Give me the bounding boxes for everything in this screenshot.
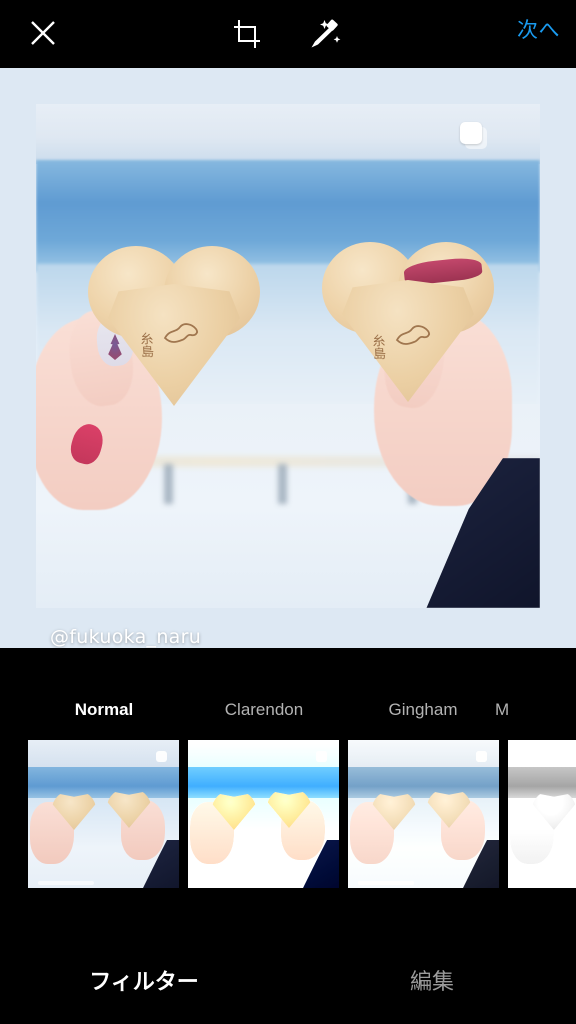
filter-label-gingham[interactable]: Gingham: [343, 700, 503, 720]
filter-label-moon[interactable]: M: [495, 700, 575, 720]
thumb-watermark: [198, 881, 254, 885]
thumb-sky: [508, 740, 576, 770]
thumb-stacked-squares-icon: [156, 751, 167, 762]
heart-brand-text-left: 糸島: [136, 331, 154, 359]
stacked-squares-icon[interactable]: [460, 122, 488, 150]
stacked-square-front: [460, 122, 482, 144]
photo-heart-pastry-right: 糸島: [322, 242, 494, 402]
tab-edit[interactable]: 編集: [312, 964, 552, 996]
thumb-ocean: [348, 766, 499, 800]
thumb-ocean: [508, 766, 576, 800]
heart-brand-map-right: [395, 325, 430, 345]
thumb-watermark: [38, 881, 94, 885]
bottom-tab-bar: フィルター 編集: [0, 948, 576, 1024]
filter-carousel[interactable]: Normal Clarendon Gingham M: [0, 648, 576, 948]
photo-preview-image[interactable]: 糸島 糸島: [36, 104, 540, 608]
magic-wand-icon[interactable]: [302, 12, 350, 56]
thumb-ocean: [188, 766, 339, 800]
next-button-label: 次へ: [517, 19, 560, 42]
photo-railing-post: [164, 464, 173, 504]
thumbnail-image: [188, 740, 339, 888]
next-button[interactable]: 次へ: [517, 14, 560, 44]
heart-brand-text-right: 糸島: [368, 333, 386, 361]
filter-thumbnail-clarendon[interactable]: [188, 740, 339, 888]
filter-name-row: Normal Clarendon Gingham M: [0, 700, 576, 734]
thumbnail-image: [28, 740, 179, 888]
photo-preview-stage[interactable]: 糸島 糸島 @fukuoka_naru: [0, 68, 576, 648]
crop-icon[interactable]: [224, 12, 270, 56]
photo-watermark: @fukuoka_naru: [50, 626, 202, 648]
photo-railing-post: [278, 464, 287, 504]
filter-thumbnail-gingham[interactable]: [348, 740, 499, 888]
filter-label-normal[interactable]: Normal: [24, 700, 184, 720]
heart-brand-map-left: [163, 323, 198, 343]
close-x-icon[interactable]: [22, 12, 64, 54]
thumb-watermark: [358, 881, 414, 885]
photo-editor-screen: 次へ 糸島 糸島 @fukuoka_naru Normal Clarendon …: [0, 0, 576, 1024]
thumbnail-image: [508, 740, 576, 888]
thumbnail-image: [348, 740, 499, 888]
photo-heart-pastry-left: 糸島: [88, 246, 260, 406]
thumb-watermark: [518, 881, 574, 885]
top-toolbar: 次へ: [0, 0, 576, 68]
filter-label-clarendon[interactable]: Clarendon: [184, 700, 344, 720]
thumb-ocean: [28, 766, 179, 800]
filter-thumbnail-moon[interactable]: [508, 740, 576, 888]
filter-thumbnail-normal[interactable]: [28, 740, 179, 888]
filter-thumbnail-row[interactable]: [0, 740, 576, 890]
thumb-stacked-squares-icon: [476, 751, 487, 762]
thumb-stacked-squares-icon: [316, 751, 327, 762]
tab-filter[interactable]: フィルター: [24, 964, 264, 996]
